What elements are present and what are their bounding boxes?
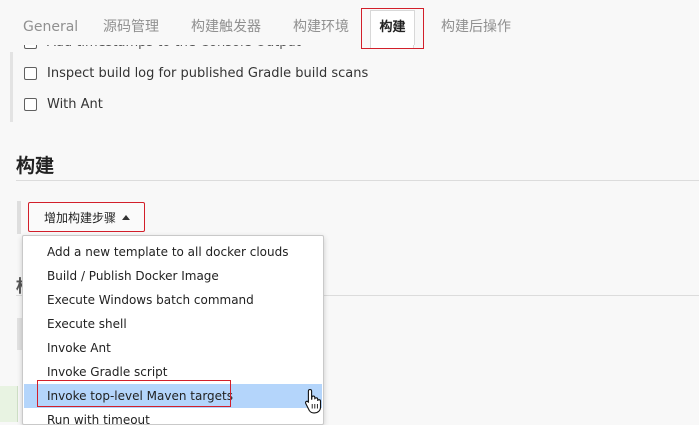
caret-up-icon xyxy=(122,214,131,220)
build-section-divider xyxy=(16,180,699,181)
with-ant-checkbox[interactable] xyxy=(24,97,37,111)
menu-item-invoke-maven[interactable]: Invoke top-level Maven targets xyxy=(24,384,322,408)
menu-item-docker-build-publish[interactable]: Build / Publish Docker Image xyxy=(24,264,322,288)
menu-item-docker-template[interactable]: Add a new template to all docker clouds xyxy=(24,240,322,264)
tab-triggers-overlay: 构建触发器 xyxy=(191,19,261,35)
tab-build-face: 构建 xyxy=(370,10,415,45)
add-build-step-menu: Add a new template to all docker clouds … xyxy=(22,235,324,425)
menu-item-execute-shell[interactable]: Execute shell xyxy=(24,312,322,336)
gradle-scans-option[interactable]: Inspect build log for published Gradle b… xyxy=(24,63,368,83)
add-build-step-button[interactable]: 增加构建步骤 xyxy=(28,202,145,232)
tab-post-overlay: 构建后操作 xyxy=(441,19,511,35)
menu-item-invoke-gradle[interactable]: Invoke Gradle script xyxy=(24,360,322,384)
hand-cursor-icon xyxy=(304,388,322,414)
gradle-scans-checkbox[interactable] xyxy=(24,66,37,80)
tab-env-overlay: 构建环境 xyxy=(293,19,349,35)
tab-scm-overlay: 源码管理 xyxy=(103,19,159,35)
save-bar-edge xyxy=(0,386,18,422)
with-ant-label: With Ant xyxy=(47,96,103,112)
menu-item-run-with-timeout[interactable]: Run with timeout xyxy=(24,408,322,424)
menu-item-invoke-ant[interactable]: Invoke Ant xyxy=(24,336,322,360)
gradle-scans-label: Inspect build log for published Gradle b… xyxy=(47,65,369,81)
with-ant-option[interactable]: With Ant xyxy=(24,94,103,114)
options-group-rule xyxy=(10,52,13,122)
menu-item-windows-batch[interactable]: Execute Windows batch command xyxy=(24,288,322,312)
add-build-step-label: 增加构建步骤 xyxy=(44,210,117,225)
tab-general-overlay: General xyxy=(23,19,79,35)
build-steps-strip xyxy=(17,201,21,234)
build-section-title: 构建 xyxy=(16,155,55,177)
